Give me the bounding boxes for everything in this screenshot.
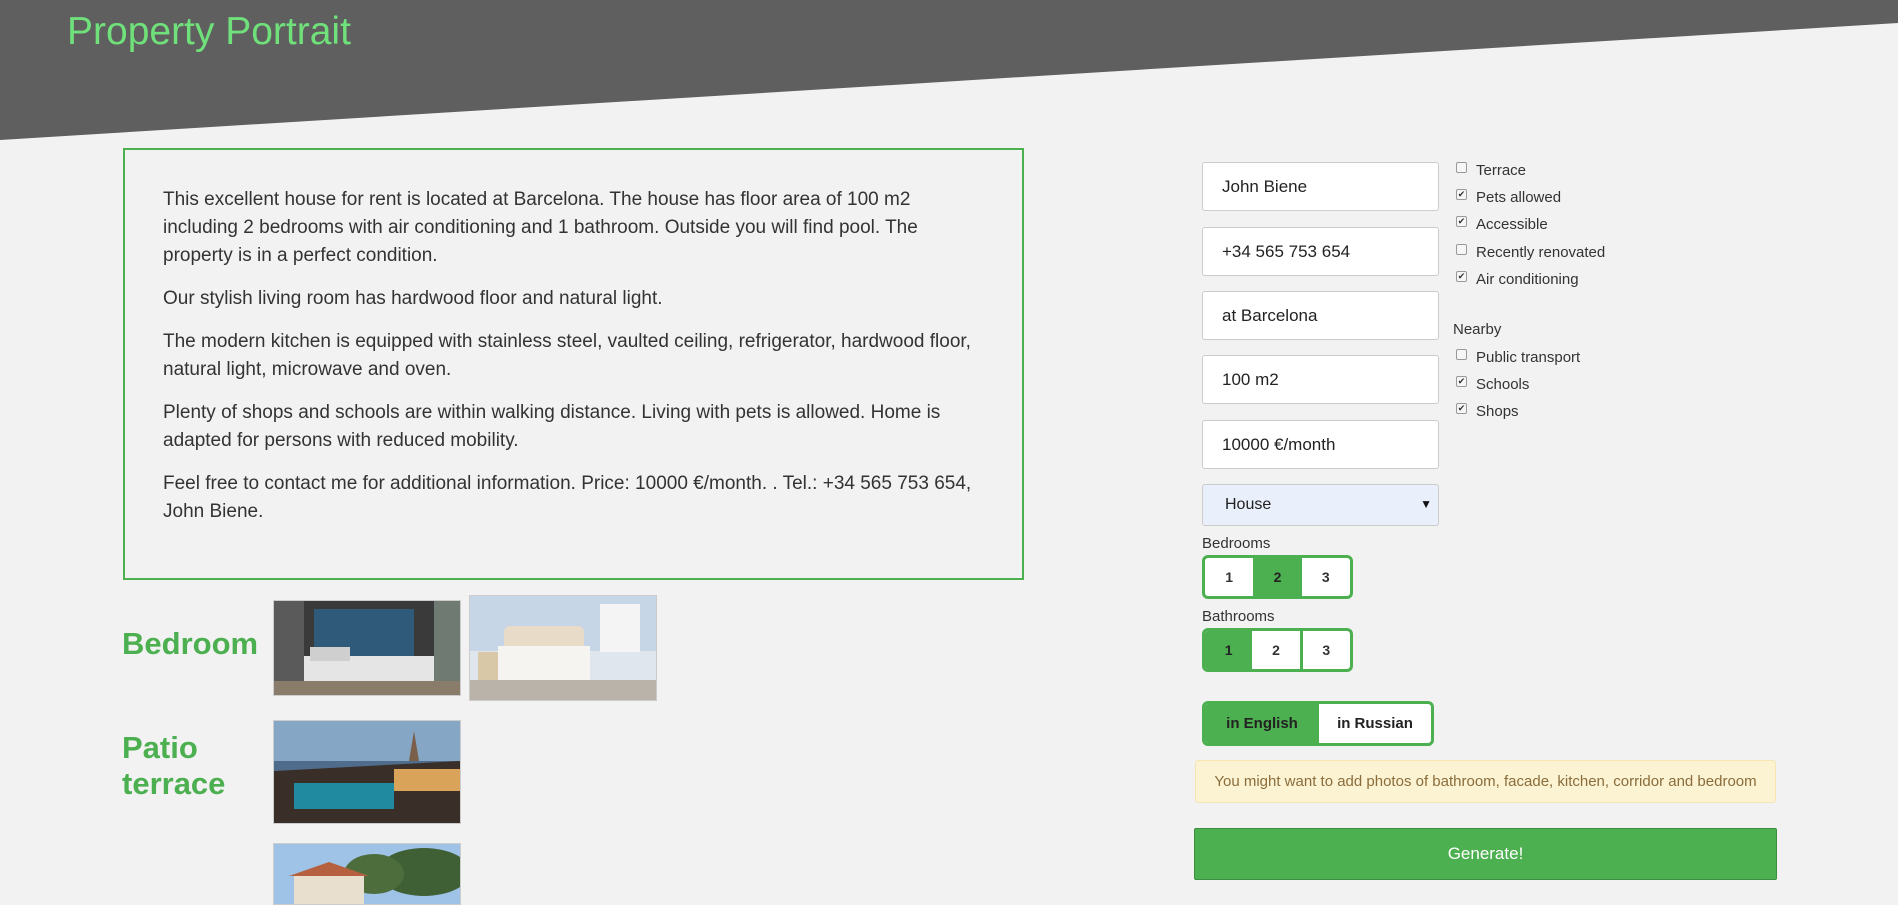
feature-label: Accessible <box>1476 215 1548 233</box>
feature-pets-allowed[interactable]: ✔ Pets allowed <box>1456 187 1561 207</box>
bedrooms-option-3[interactable]: 3 <box>1302 558 1350 596</box>
area-input[interactable] <box>1202 355 1439 404</box>
language-russian-button[interactable]: in Russian <box>1319 704 1431 743</box>
feature-terrace[interactable]: Terrace <box>1456 160 1526 180</box>
feature-label: Recently renovated <box>1476 243 1606 261</box>
name-input[interactable] <box>1202 162 1439 211</box>
bedroom-photo-1[interactable] <box>273 600 461 696</box>
feature-label: Air conditioning <box>1476 270 1579 288</box>
language-english-button[interactable]: in English <box>1205 704 1319 743</box>
checkbox-checked-icon[interactable]: ✔ <box>1456 375 1467 387</box>
bathrooms-label: Bathrooms <box>1202 608 1275 625</box>
patio-title-line: terrace <box>122 766 226 801</box>
generate-button[interactable]: Generate! <box>1194 828 1777 880</box>
photo-suggestion-alert: You might want to add photos of bathroom… <box>1195 760 1776 803</box>
description-paragraph: This excellent house for rent is located… <box>163 189 918 266</box>
description-paragraph: The modern kitchen is equipped with stai… <box>163 331 971 380</box>
checkbox-unchecked-icon[interactable] <box>1456 243 1467 255</box>
checkbox-unchecked-icon[interactable] <box>1456 348 1467 360</box>
app-title: Property Portrait <box>67 10 351 53</box>
patio-photo-1[interactable] <box>273 720 461 824</box>
feature-recently-renovated[interactable]: Recently renovated <box>1456 242 1605 262</box>
nearby-label-text: Schools <box>1476 375 1530 393</box>
nearby-label: Nearby <box>1453 321 1502 338</box>
feature-label: Pets allowed <box>1476 188 1562 206</box>
property-type-value: House <box>1225 496 1272 513</box>
checkbox-checked-icon[interactable]: ✔ <box>1456 402 1467 414</box>
bathrooms-option-1[interactable]: 1 <box>1205 631 1253 669</box>
checkbox-unchecked-icon[interactable] <box>1456 161 1467 173</box>
checkbox-checked-icon[interactable]: ✔ <box>1456 188 1467 200</box>
description-paragraph: Plenty of shops and schools are within w… <box>163 402 941 451</box>
bathrooms-option-2[interactable]: 2 <box>1252 631 1299 669</box>
bedrooms-selector: 1 2 3 <box>1202 555 1353 599</box>
patio-photo-2[interactable] <box>273 843 461 905</box>
bedroom-section-title: Bedroom <box>122 626 259 661</box>
location-input[interactable] <box>1202 291 1439 340</box>
description-paragraph: Our stylish living room has hardwood flo… <box>163 288 663 309</box>
description-box: This excellent house for rent is located… <box>123 148 1024 580</box>
nearby-label-text: Public transport <box>1476 348 1581 366</box>
description-paragraph: Feel free to contact me for additional i… <box>163 473 972 522</box>
nearby-schools[interactable]: ✔ Schools <box>1456 374 1529 394</box>
patio-section-title: Patio terrace <box>122 730 225 802</box>
bedrooms-option-1[interactable]: 1 <box>1205 558 1253 596</box>
patio-title-line: Patio <box>122 730 198 765</box>
property-type-select[interactable]: House ▼ <box>1202 484 1439 526</box>
nearby-label-text: Shops <box>1476 402 1519 420</box>
nearby-shops[interactable]: ✔ Shops <box>1456 401 1519 421</box>
checkbox-checked-icon[interactable]: ✔ <box>1456 270 1467 282</box>
bathrooms-option-3[interactable]: 3 <box>1299 631 1350 669</box>
checkbox-checked-icon[interactable]: ✔ <box>1456 215 1467 227</box>
nearby-public-transport[interactable]: Public transport <box>1456 347 1580 367</box>
feature-label: Terrace <box>1476 161 1527 179</box>
language-selector: in English in Russian <box>1202 701 1434 746</box>
price-input[interactable] <box>1202 420 1439 469</box>
bedrooms-option-2[interactable]: 2 <box>1253 558 1302 596</box>
phone-input[interactable] <box>1202 227 1439 276</box>
bedroom-photo-2[interactable] <box>469 595 657 701</box>
bathrooms-selector: 1 2 3 <box>1202 628 1353 672</box>
feature-accessible[interactable]: ✔ Accessible <box>1456 214 1548 234</box>
feature-air-conditioning[interactable]: ✔ Air conditioning <box>1456 269 1579 289</box>
bedrooms-label: Bedrooms <box>1202 535 1271 552</box>
dropdown-arrow-icon: ▼ <box>1420 497 1432 511</box>
